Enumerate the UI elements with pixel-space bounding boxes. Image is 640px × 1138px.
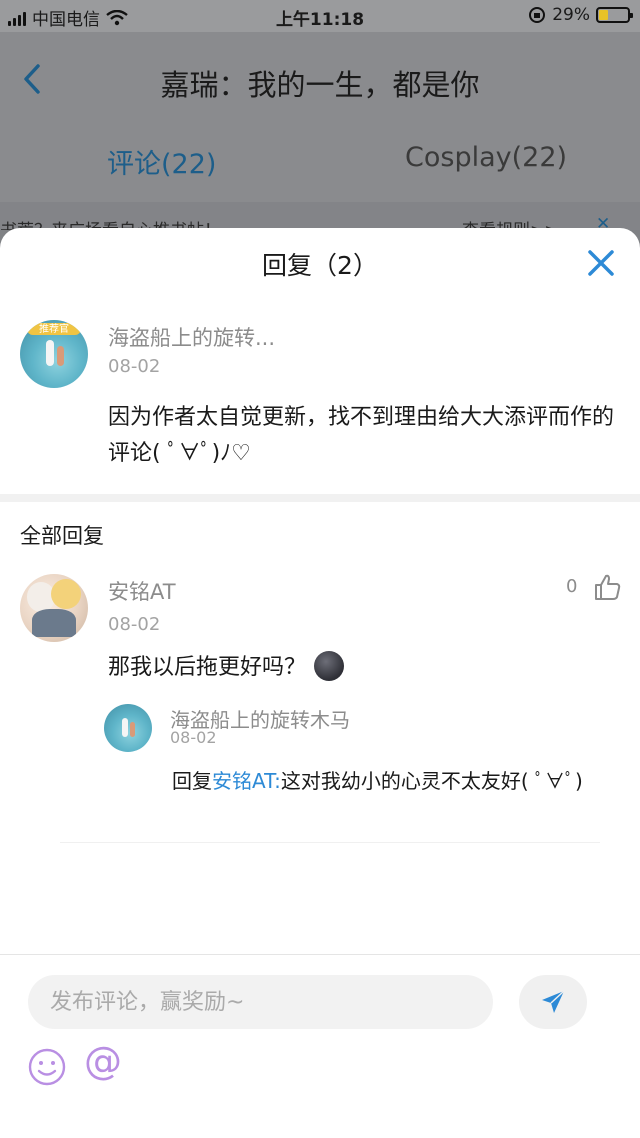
comment-date: 08-02	[108, 356, 161, 377]
mention-link[interactable]: 安铭AT:	[212, 769, 281, 793]
battery-icon	[596, 7, 633, 23]
reply-divider	[60, 842, 600, 843]
section-divider	[0, 494, 640, 502]
smiley-icon[interactable]	[27, 1047, 67, 1087]
battery-label: 29%	[552, 5, 590, 25]
reply-prefix: 回复	[172, 769, 212, 793]
page-title: 嘉瑞：我的一生，都是你	[160, 68, 480, 102]
tab-bar: 评论(22) Cosplay(22)	[0, 130, 640, 202]
nested-reply-text: 回复安铭AT:这对我幼小的心灵不太友好( ﾟ∀ﾟ)	[172, 768, 612, 794]
send-icon	[542, 990, 565, 1013]
status-bar: 中国电信 上午11:18 29%	[0, 0, 640, 32]
reply-text-content: 那我以后拖更好吗？	[108, 655, 307, 680]
reply-date: 08-02	[108, 614, 161, 635]
comment-author[interactable]: 海盗船上的旋转...	[108, 322, 275, 352]
reply-text: 那我以后拖更好吗？	[108, 650, 345, 686]
orientation-lock-icon	[529, 7, 546, 23]
avatar[interactable]	[104, 704, 152, 752]
nav-header: 嘉瑞：我的一生，都是你	[0, 32, 640, 130]
status-right: 29%	[528, 5, 633, 25]
mention-button[interactable]: @	[84, 1039, 122, 1083]
send-button[interactable]	[519, 975, 587, 1029]
avatar[interactable]: 推荐官	[20, 320, 88, 388]
thumbs-up-icon[interactable]	[593, 573, 621, 601]
comment-composer: @	[0, 954, 640, 1138]
comment-input[interactable]	[28, 975, 493, 1029]
nested-reply-date: 08-02	[170, 728, 217, 747]
tab-comments[interactable]: 评论(22)	[107, 142, 216, 181]
recommender-badge: 推荐官	[26, 322, 82, 335]
like-count: 0	[566, 576, 578, 597]
sheet-title: 回复（2）	[262, 251, 378, 280]
close-icon[interactable]	[586, 248, 616, 278]
avatar[interactable]	[20, 574, 88, 642]
comment-text: 因为作者太自觉更新，找不到理由给大大添评而作的评论( ﾟ∀ﾟ)ﾉ♡	[108, 405, 615, 466]
tab-cosplay[interactable]: Cosplay(22)	[405, 142, 567, 173]
promo-banner: 书荒？来广场看自心推书帖！ 查看规则>> ✕	[0, 202, 640, 230]
moon-emoji-icon	[314, 651, 345, 681]
reply-author[interactable]: 安铭AT	[108, 576, 176, 606]
section-title: 全部回复	[20, 524, 104, 548]
reply-sheet: 回复（2） 推荐官 海盗船上的旋转... 08-02 因为作者太自觉更新，找不到…	[0, 228, 640, 1138]
nested-reply-content: 这对我幼小的心灵不太友好( ﾟ∀ﾟ)	[280, 769, 583, 793]
